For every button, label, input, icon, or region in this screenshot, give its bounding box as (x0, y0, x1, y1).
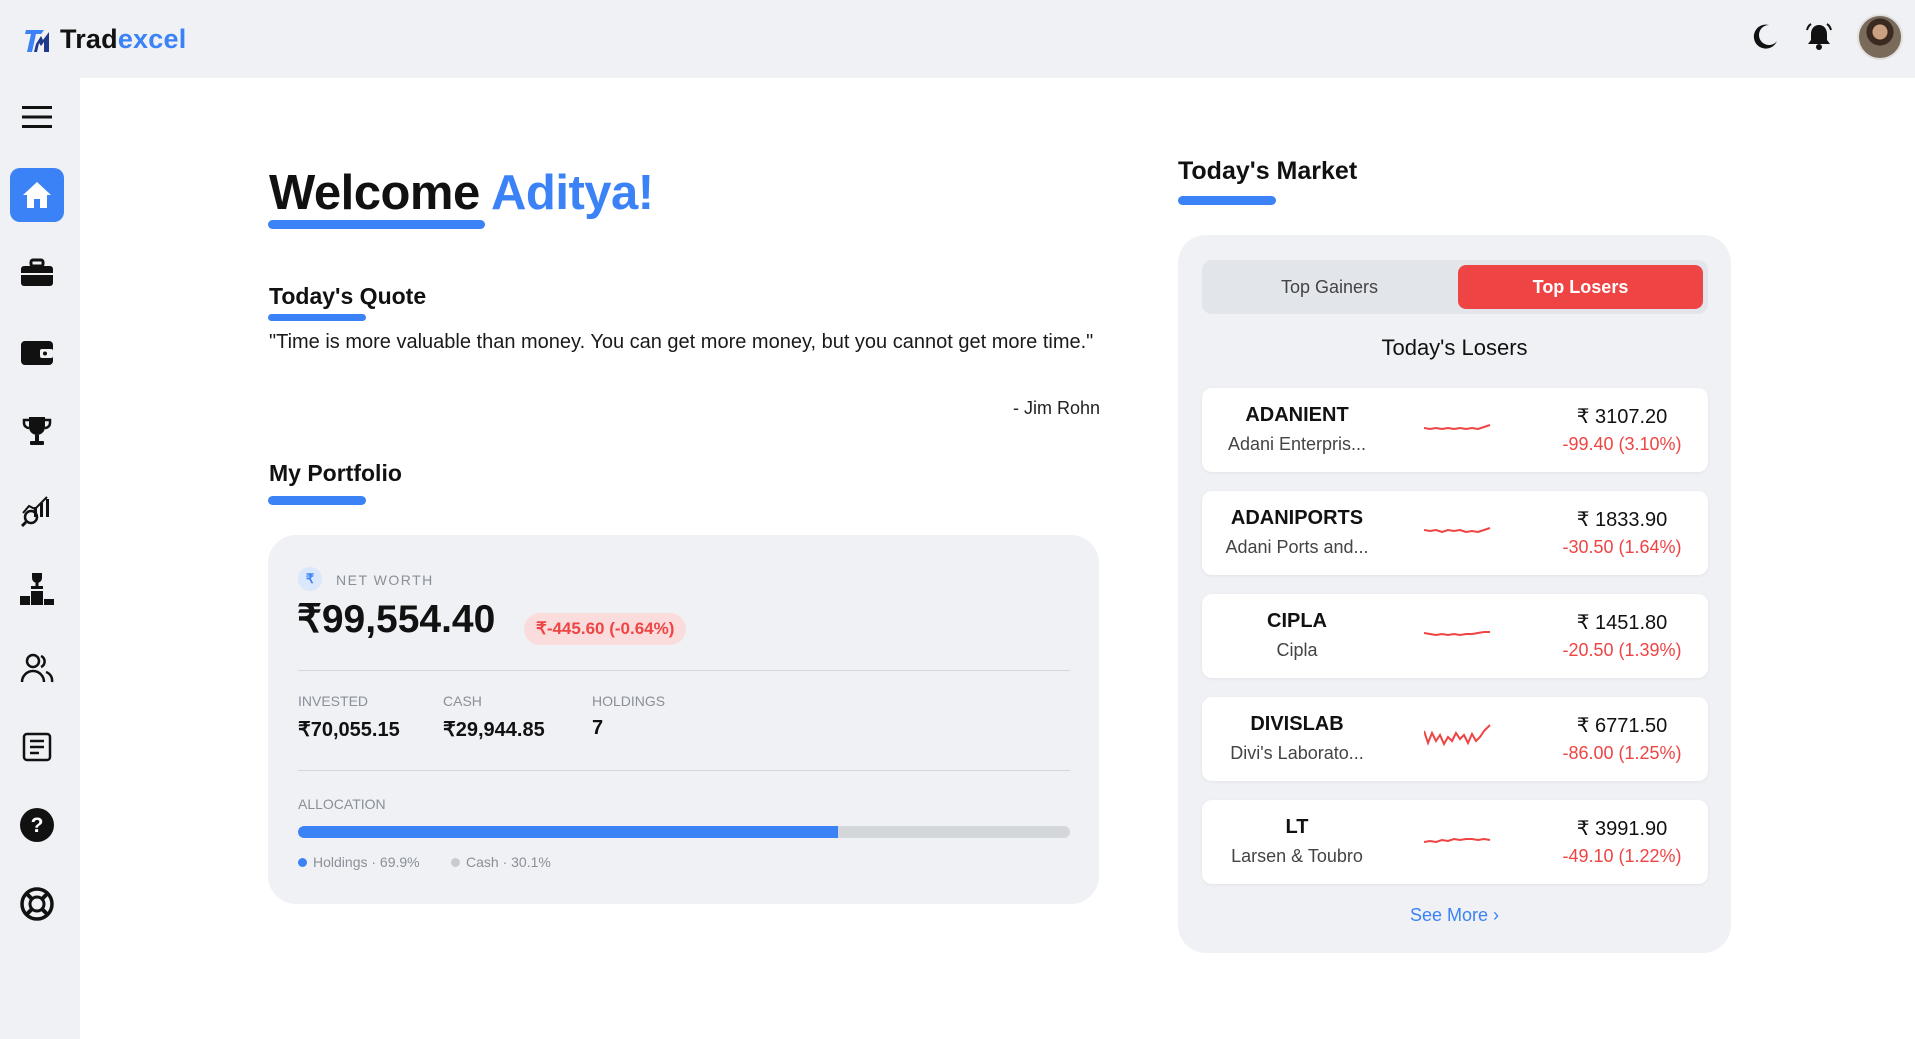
allocation-label: ALLOCATION (298, 796, 386, 812)
home-icon[interactable] (10, 168, 64, 222)
stock-card-cipla[interactable]: CIPLA Cipla ₹ 1451.80 -20.50 (1.39%) (1202, 594, 1708, 678)
stock-price: ₹ 3107.20 (1576, 406, 1668, 428)
avatar[interactable] (1857, 14, 1903, 60)
chart-search-icon[interactable] (10, 483, 64, 537)
quote-text: "Time is more valuable than money. You c… (269, 331, 1094, 353)
see-more-link[interactable]: See More › (1178, 905, 1731, 926)
top-icons (1749, 14, 1903, 60)
tab-top-gainers[interactable]: Top Gainers (1207, 265, 1452, 309)
stock-price: ₹ 6771.50 (1576, 715, 1668, 737)
app-logo[interactable]: Tradexcel (24, 24, 186, 55)
top-bar: Tradexcel (0, 0, 1915, 78)
invested-label: INVESTED (298, 693, 369, 709)
stock-name: Adani Enterpris... (1227, 434, 1367, 454)
stock-symbol: ADANIPORTS (1230, 507, 1364, 529)
legend-cash-label: Cash · 30.1% (466, 854, 551, 870)
divider (298, 770, 1070, 771)
legend-cash: Cash · 30.1% (451, 854, 551, 870)
sidebar: ? (0, 78, 80, 1039)
legend-holdings: Holdings · 69.9% (298, 854, 420, 870)
welcome-underline (268, 220, 485, 229)
welcome-heading: Welcome Aditya! (269, 165, 654, 221)
sparkline (1424, 527, 1491, 534)
stock-name: Cipla (1276, 640, 1318, 660)
stock-card-adaniports[interactable]: ADANIPORTS Adani Ports and... ₹ 1833.90 … (1202, 491, 1708, 575)
menu-icon[interactable] (10, 90, 64, 144)
divider (298, 670, 1070, 671)
logo-text: Tradexcel (60, 24, 186, 55)
stock-symbol: CIPLA (1267, 610, 1327, 632)
stock-symbol: ADANIENT (1245, 404, 1349, 426)
logo-text-excel: excel (117, 24, 187, 54)
allocation-bar (298, 826, 1070, 838)
stock-symbol: LT (1285, 816, 1309, 838)
quote-author: - Jim Rohn (1012, 398, 1100, 418)
quote-title-underline (268, 314, 366, 321)
rupee-icon: ₹ (298, 567, 322, 591)
stock-change: -30.50 (1.64%) (1562, 537, 1682, 557)
stock-card-adanient[interactable]: ADANIENT Adani Enterpris... ₹ 3107.20 -9… (1202, 388, 1708, 472)
sparkline (1424, 631, 1490, 637)
help-icon[interactable]: ? (10, 798, 64, 852)
welcome-prefix: Welcome (269, 166, 480, 220)
net-worth-change-badge: ₹-445.60 (-0.64%) (524, 613, 687, 645)
briefcase-icon[interactable] (10, 246, 64, 300)
market-card: Top Gainers Top Losers Today's Losers AD… (1178, 235, 1731, 953)
cash-label: CASH (443, 693, 482, 709)
stock-change: -86.00 (1.25%) (1562, 743, 1682, 763)
legend-holdings-label: Holdings · 69.9% (313, 854, 420, 870)
stock-name: Divi's Laborato... (1230, 743, 1364, 763)
stock-symbol: DIVISLAB (1250, 713, 1344, 735)
market-title-underline (1178, 196, 1276, 205)
portfolio-title-underline (268, 496, 366, 505)
holdings-label: HOLDINGS (592, 693, 666, 709)
sparkline (1424, 724, 1491, 747)
portfolio-card: ₹ NET WORTH ₹99,554.40 ₹-445.60 (-0.64%)… (268, 535, 1099, 904)
net-worth-label: NET WORTH (336, 572, 434, 588)
welcome-user-name: Aditya! (491, 166, 654, 220)
losers-list-title: Today's Losers (1381, 335, 1528, 360)
wallet-icon[interactable] (10, 325, 64, 379)
stock-name: Larsen & Toubro (1231, 846, 1363, 866)
stock-card-divislab[interactable]: DIVISLAB Divi's Laborato... ₹ 6771.50 -8… (1202, 697, 1708, 781)
moon-icon[interactable] (1749, 21, 1781, 53)
stock-name: Adani Ports and... (1225, 537, 1369, 557)
svg-text:?: ? (31, 814, 44, 837)
invested-value: ₹70,055.15 (298, 719, 400, 741)
tab-top-losers[interactable]: Top Losers (1458, 265, 1703, 309)
market-title: Today's Market (1178, 157, 1358, 185)
portfolio-title: My Portfolio (269, 460, 402, 486)
holdings-value: 7 (592, 717, 604, 739)
leaderboard-icon[interactable] (10, 562, 64, 616)
lifebuoy-icon[interactable] (10, 877, 64, 931)
sparkline (1424, 837, 1491, 844)
quote-title: Today's Quote (269, 283, 427, 309)
stock-change: -20.50 (1.39%) (1562, 640, 1682, 660)
stock-card-lt[interactable]: LT Larsen & Toubro ₹ 3991.90 -49.10 (1.2… (1202, 800, 1708, 884)
logo-text-trad: Trad (60, 24, 118, 54)
bell-icon[interactable] (1803, 21, 1835, 53)
stock-price: ₹ 1451.80 (1576, 612, 1668, 634)
cash-value: ₹29,944.85 (443, 719, 545, 741)
document-icon[interactable] (10, 720, 64, 774)
market-tabs: Top Gainers Top Losers (1202, 260, 1708, 314)
sparkline (1424, 424, 1491, 431)
legend-holdings-dot (298, 857, 307, 867)
net-worth-value: ₹99,554.40 (297, 598, 496, 641)
stock-change: -99.40 (3.10%) (1562, 434, 1682, 454)
stock-price: ₹ 3991.90 (1576, 818, 1668, 840)
stock-price: ₹ 1833.90 (1576, 509, 1668, 531)
logo-mark-icon (25, 29, 49, 52)
allocation-bar-holdings-fill (298, 826, 838, 838)
legend-cash-dot (451, 857, 460, 867)
stock-change: -49.10 (1.22%) (1562, 846, 1682, 866)
users-icon[interactable] (10, 641, 64, 695)
trophy-icon[interactable] (10, 404, 64, 458)
